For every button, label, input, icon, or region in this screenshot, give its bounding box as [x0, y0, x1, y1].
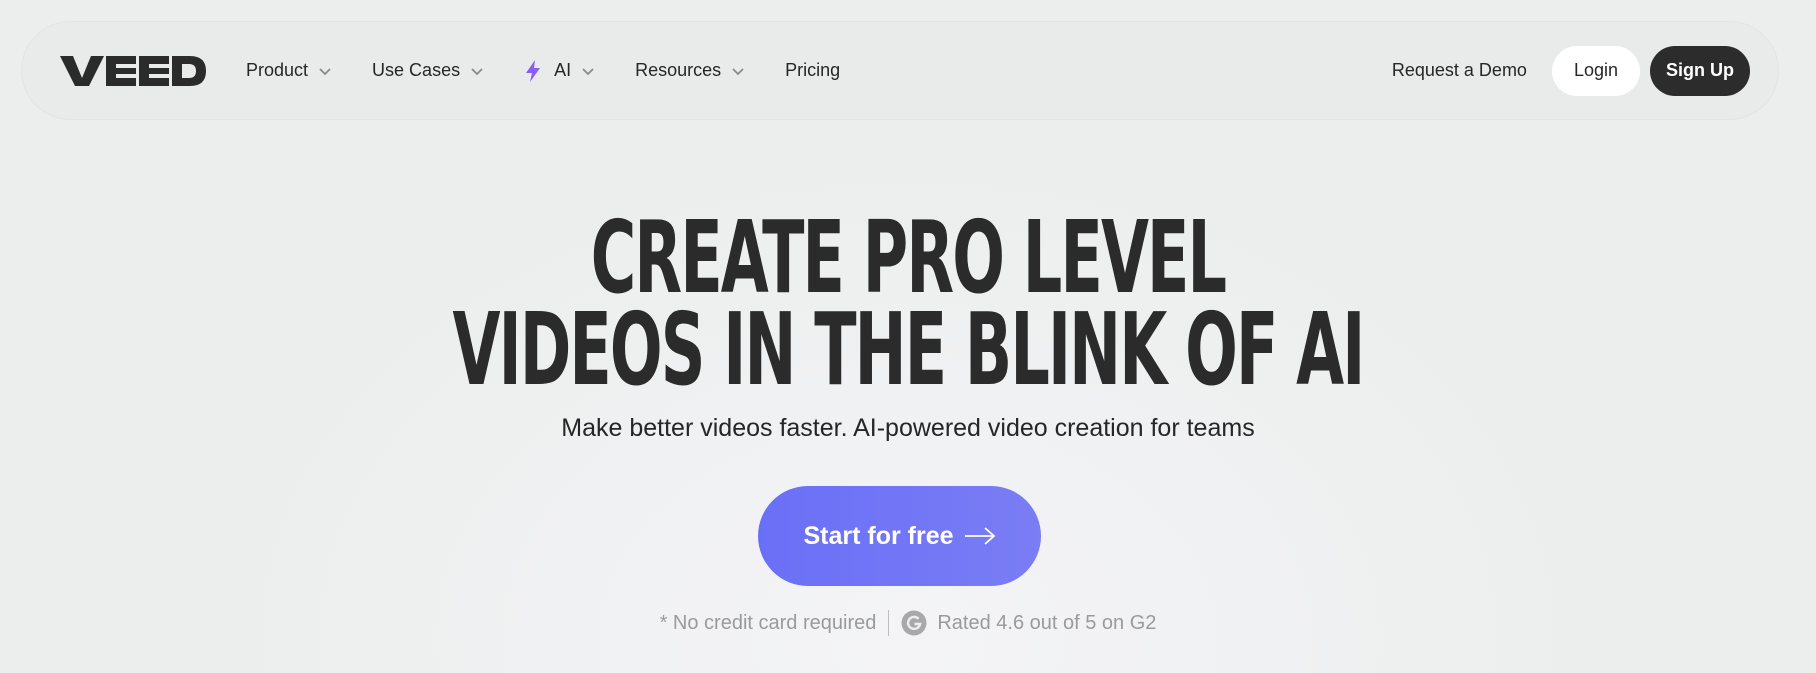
chevron-down-icon	[582, 67, 594, 75]
start-for-free-button[interactable]: Start for free	[758, 486, 1041, 586]
nav-item-label: Resources	[635, 60, 722, 80]
nav-item-label: Product	[246, 60, 309, 80]
chevron-down-icon	[319, 67, 331, 75]
hero-subtitle: Make better videos faster. AI-powered vi…	[561, 414, 1255, 442]
chevron-down-icon	[732, 67, 744, 75]
nav-item-resources[interactable]: Resources	[635, 51, 745, 91]
page: VEED Product Use Cases AI	[0, 0, 1816, 673]
meta-divider	[888, 610, 890, 636]
nav-item-ai[interactable]: AI	[524, 51, 595, 91]
veed-logo[interactable]: VEED	[60, 51, 206, 91]
login-button[interactable]: Login	[1551, 45, 1640, 96]
g2-rating: Rated 4.6 out of 5 on G2	[937, 611, 1157, 634]
sign-up-button[interactable]: Sign Up	[1650, 45, 1750, 96]
top-nav: VEED Product Use Cases AI	[21, 21, 1779, 120]
cta-label: Start for free	[803, 521, 954, 550]
nav-item-pricing[interactable]: Pricing	[785, 51, 840, 91]
nav-item-label: Use Cases	[372, 60, 461, 80]
nav-links: Product Use Cases AI Resources Pricing	[246, 51, 1392, 91]
veed-logo-mark	[60, 55, 206, 86]
nav-item-label: Pricing	[785, 60, 841, 80]
hero-title: CREATE PRO LEVEL VIDEOS IN THE BLINK OF …	[345, 208, 1471, 408]
hero-title-line-2: VIDEOS IN THE BLINK OF AI	[452, 291, 1365, 408]
no-credit-card-note: * No credit card required	[659, 611, 877, 634]
nav-item-label: AI	[554, 60, 572, 80]
nav-actions: Request a Demo Login Sign Up	[1392, 45, 1750, 96]
chevron-down-icon	[471, 67, 483, 75]
hero-meta: * No credit card required Rated 4.6 out …	[0, 610, 1816, 636]
request-demo-link[interactable]: Request a Demo	[1392, 60, 1527, 81]
sparkle-icon	[526, 59, 541, 82]
nav-item-use-cases[interactable]: Use Cases	[372, 51, 484, 91]
nav-item-product[interactable]: Product	[246, 51, 332, 91]
g2-icon	[901, 610, 927, 636]
arrow-right-icon	[964, 527, 995, 545]
